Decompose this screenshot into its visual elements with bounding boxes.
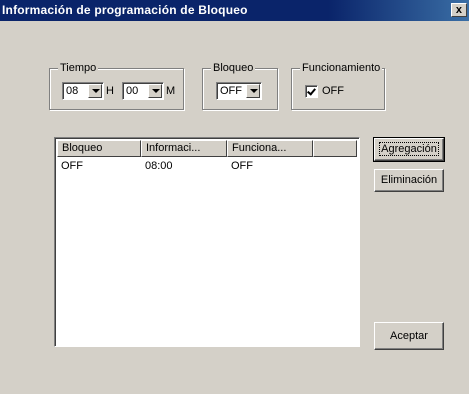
bloqueo-value: OFF: [220, 85, 242, 97]
accept-button[interactable]: Aceptar: [374, 322, 444, 350]
bloqueo-select[interactable]: OFF: [216, 82, 262, 100]
minute-unit-label: M: [166, 85, 176, 97]
window-title: Información de programación de Bloqueo: [2, 3, 248, 17]
hour-unit-label: H: [106, 85, 114, 97]
funcionamiento-label: Funcionamiento: [300, 61, 383, 75]
minute-select[interactable]: 00: [122, 82, 164, 100]
delete-button-label: Eliminación: [380, 174, 438, 186]
close-button[interactable]: x: [451, 3, 467, 17]
bloqueo-label: Bloqueo: [211, 61, 256, 75]
cell-informacion: 08:00: [145, 160, 173, 172]
tiempo-label: Tiempo: [58, 61, 99, 75]
chevron-down-icon[interactable]: [88, 84, 102, 98]
minute-value: 00: [126, 85, 139, 97]
column-header-filler: [313, 140, 357, 157]
column-header-bloqueo[interactable]: Bloqueo: [57, 140, 141, 157]
column-header-funcionamiento[interactable]: Funciona...: [227, 140, 313, 157]
cell-bloqueo: OFF: [61, 160, 83, 172]
column-header-informacion[interactable]: Informaci...: [141, 140, 227, 157]
title-bar[interactable]: Información de programación de Bloqueo x: [0, 0, 469, 21]
funcionamiento-checkbox[interactable]: [305, 85, 318, 98]
funcionamiento-checkbox-label: OFF: [322, 85, 344, 97]
table-row[interactable]: OFF 08:00 OFF: [57, 159, 357, 173]
add-button[interactable]: Agregación: [373, 137, 445, 162]
add-button-label: Agregación: [379, 142, 439, 156]
close-icon: x: [455, 4, 463, 16]
delete-button[interactable]: Eliminación: [374, 169, 444, 192]
schedule-dialog: Información de programación de Bloqueo x…: [0, 0, 469, 394]
hour-select[interactable]: 08: [62, 82, 104, 100]
chevron-down-icon[interactable]: [148, 84, 162, 98]
schedule-list[interactable]: Bloqueo Informaci... Funciona... OFF 08:…: [54, 137, 360, 347]
hour-value: 08: [66, 85, 79, 97]
list-header: Bloqueo Informaci... Funciona...: [57, 140, 357, 157]
chevron-down-icon[interactable]: [246, 84, 260, 98]
cell-funcionamiento: OFF: [231, 160, 253, 172]
accept-button-label: Aceptar: [390, 330, 428, 342]
